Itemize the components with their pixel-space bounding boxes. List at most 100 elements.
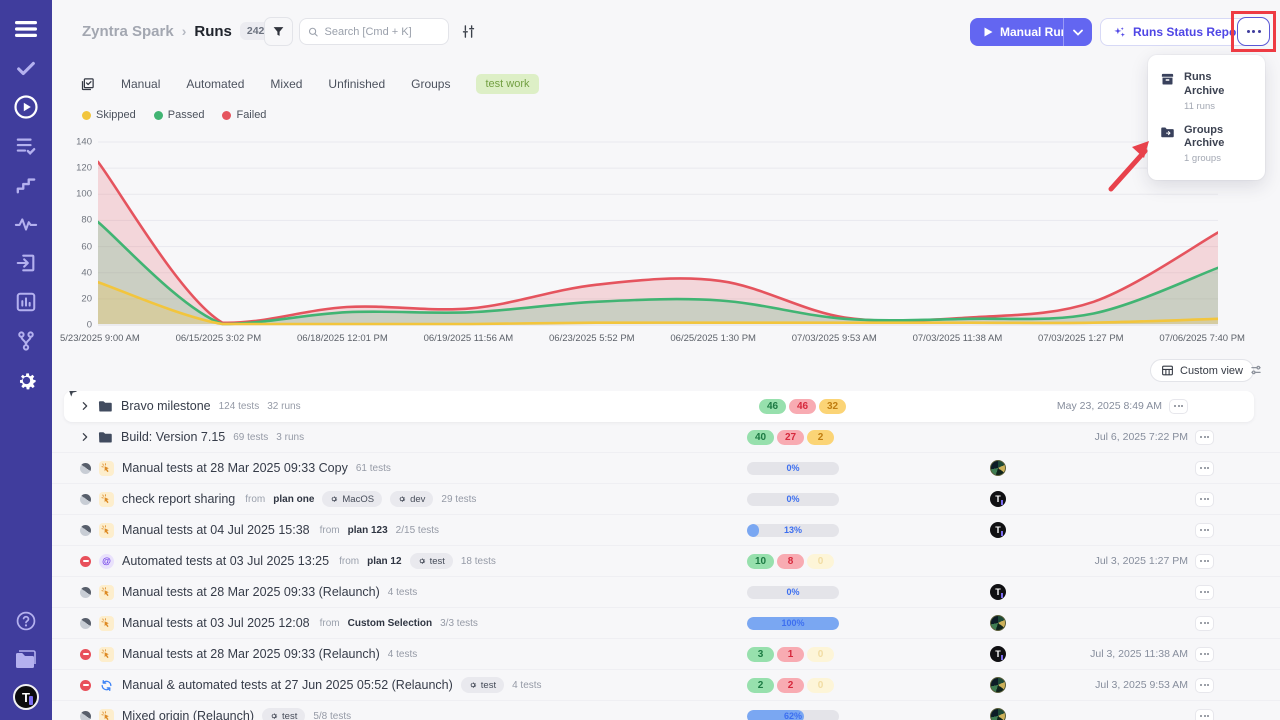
env-badge[interactable]: dev (390, 491, 433, 507)
user-avatar[interactable]: T (13, 684, 39, 710)
adjustments-icon[interactable] (461, 24, 476, 44)
row-more-button[interactable] (1195, 461, 1214, 476)
table-row-group[interactable]: Build: Version 7.1569 tests3 runs40272Ju… (52, 422, 1280, 453)
tab-unfinished[interactable]: Unfinished (328, 77, 385, 91)
select-all-icon[interactable] (80, 77, 95, 92)
status-progress-icon (80, 587, 91, 598)
count-badge-passed: 2 (747, 678, 774, 693)
env-badge[interactable]: test (461, 677, 504, 693)
row-more-button[interactable] (1169, 399, 1188, 414)
run-title[interactable]: Manual tests at 28 Mar 2025 09:33 (Relau… (122, 647, 380, 661)
progress-bar: 62% (747, 710, 839, 720)
row-more-button[interactable] (1195, 709, 1214, 720)
sidebar-item-milestones[interactable] (11, 170, 41, 200)
folder-icon[interactable] (11, 645, 41, 675)
table-row-group[interactable]: Bravo milestone124 tests32 runs464632May… (64, 391, 1254, 422)
sidebar-item-import[interactable] (11, 248, 41, 278)
table-row-run[interactable]: Manual tests at 03 Jul 2025 12:08fromCus… (52, 608, 1280, 639)
chevron-down-icon (1073, 29, 1083, 36)
env-badge[interactable]: test (262, 708, 305, 720)
assignee-avatar[interactable]: T (990, 646, 1006, 662)
table-row-run[interactable]: Manual tests at 28 Mar 2025 09:33 (Relau… (52, 577, 1280, 608)
row-more-button[interactable] (1195, 678, 1214, 693)
run-title[interactable]: Build: Version 7.15 (121, 430, 225, 444)
legend-item-skipped[interactable]: Skipped (82, 109, 136, 121)
assignee-avatar[interactable] (990, 615, 1006, 631)
run-title[interactable]: Manual tests at 28 Mar 2025 09:33 (Relau… (122, 585, 380, 599)
table-row-run[interactable]: Mixed origin (Relaunch)test5/8 tests62% (52, 701, 1280, 720)
breadcrumb-separator: › (182, 23, 187, 39)
manual-run-dropdown-button[interactable] (1063, 18, 1092, 46)
hamburger-menu-icon[interactable] (11, 14, 41, 44)
row-more-button[interactable] (1195, 492, 1214, 507)
menu-item-runs-archive[interactable]: Runs Archive 11 runs (1160, 65, 1253, 118)
count-badge-skipped: 0 (807, 647, 834, 662)
run-title[interactable]: Manual tests at 04 Jul 2025 15:38 (122, 523, 310, 537)
assignee-avatar[interactable]: T (990, 584, 1006, 600)
assignee-avatar[interactable] (990, 460, 1006, 476)
search-box[interactable] (299, 18, 449, 45)
sidebar-item-plans[interactable] (11, 131, 41, 161)
table-row-run[interactable]: check report sharingfromplan oneMacOSdev… (52, 484, 1280, 515)
table-row-run[interactable]: @Automated tests at 03 Jul 2025 13:25fro… (52, 546, 1280, 577)
page-title: Runs (194, 23, 232, 40)
search-icon (308, 26, 319, 38)
sidebar-item-tests[interactable] (11, 53, 41, 83)
search-input[interactable] (325, 26, 441, 38)
sliders-icon[interactable] (1249, 363, 1263, 382)
assignee-avatar[interactable]: T (990, 522, 1006, 538)
plan-name[interactable]: plan 12 (367, 556, 401, 567)
breadcrumb-project[interactable]: Zyntra Spark (82, 23, 174, 40)
row-more-button[interactable] (1195, 430, 1214, 445)
sidebar-item-pulse[interactable] (11, 209, 41, 239)
chevron-right-icon[interactable] (80, 432, 90, 442)
plan-name[interactable]: plan 123 (348, 525, 388, 536)
run-title[interactable]: check report sharing (122, 492, 235, 506)
assignee-avatar[interactable] (990, 708, 1006, 720)
filter-tag-badge[interactable]: test work (476, 74, 538, 94)
sidebar-item-runs[interactable] (11, 92, 41, 122)
tab-groups[interactable]: Groups (411, 77, 450, 91)
help-icon[interactable] (11, 606, 41, 636)
filter-button[interactable] (264, 17, 293, 46)
plan-name[interactable]: Custom Selection (348, 618, 432, 629)
custom-view-button[interactable]: Custom view (1150, 359, 1254, 382)
run-title[interactable]: Mixed origin (Relaunch) (122, 709, 254, 720)
status-stopped-icon (80, 556, 91, 567)
run-title[interactable]: Bravo milestone (121, 399, 211, 413)
env-badge[interactable]: MacOS (322, 491, 382, 507)
row-more-button[interactable] (1195, 554, 1214, 569)
table-row-run[interactable]: Manual & automated tests at 27 Jun 2025 … (52, 670, 1280, 701)
run-title[interactable]: Manual & automated tests at 27 Jun 2025 … (122, 678, 453, 692)
legend-item-passed[interactable]: Passed (154, 109, 205, 121)
sidebar-item-settings[interactable] (11, 365, 41, 395)
row-more-button[interactable] (1195, 523, 1214, 538)
assignee-avatar[interactable] (990, 677, 1006, 693)
env-badge[interactable]: test (410, 553, 453, 569)
tab-manual[interactable]: Manual (121, 77, 160, 91)
runs-status-report-button[interactable]: Runs Status Report (1100, 18, 1258, 46)
row-more-button[interactable] (1195, 647, 1214, 662)
plan-name[interactable]: plan one (273, 494, 314, 505)
tab-automated[interactable]: Automated (186, 77, 244, 91)
manual-run-icon (99, 585, 114, 600)
table-row-run[interactable]: Manual tests at 28 Mar 2025 09:33 (Relau… (52, 639, 1280, 670)
tab-mixed[interactable]: Mixed (270, 77, 302, 91)
chevron-right-icon[interactable] (80, 401, 90, 411)
row-more-button[interactable] (1195, 585, 1214, 600)
menu-item-groups-archive[interactable]: Groups Archive 1 groups (1160, 118, 1253, 171)
sidebar-item-branches[interactable] (11, 326, 41, 356)
run-title[interactable]: Manual tests at 28 Mar 2025 09:33 Copy (122, 461, 348, 475)
legend-item-failed[interactable]: Failed (222, 109, 266, 121)
more-actions-button[interactable] (1237, 17, 1270, 46)
row-more-button[interactable] (1195, 616, 1214, 631)
x-tick-label: 06/19/2025 11:56 AM (424, 333, 514, 344)
progress-bar: 0% (747, 462, 839, 475)
run-title[interactable]: Manual tests at 03 Jul 2025 12:08 (122, 616, 310, 630)
row-main: @Automated tests at 03 Jul 2025 13:25fro… (52, 553, 496, 569)
table-row-run[interactable]: Manual tests at 04 Jul 2025 15:38frompla… (52, 515, 1280, 546)
assignee-avatar[interactable]: T (990, 491, 1006, 507)
run-title[interactable]: Automated tests at 03 Jul 2025 13:25 (122, 554, 329, 568)
sidebar-item-analytics[interactable] (11, 287, 41, 317)
table-row-run[interactable]: Manual tests at 28 Mar 2025 09:33 Copy61… (52, 453, 1280, 484)
